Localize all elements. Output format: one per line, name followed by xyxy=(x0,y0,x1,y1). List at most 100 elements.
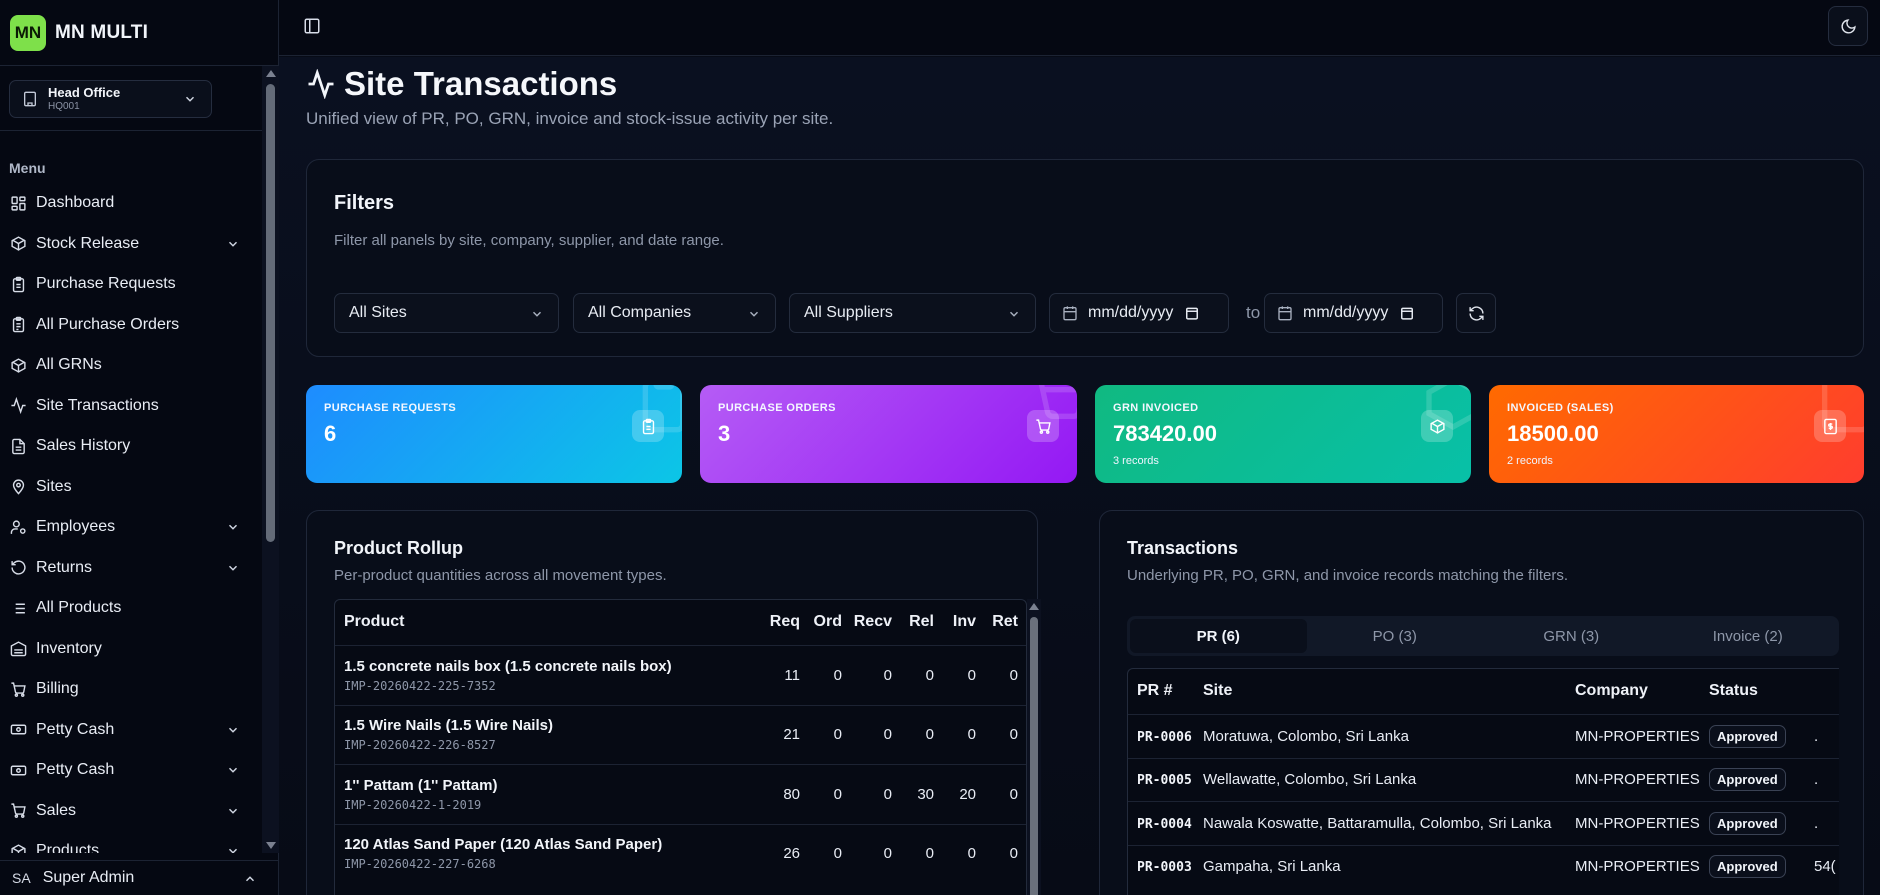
date-to-input[interactable]: mm/dd/yyyy xyxy=(1264,293,1443,333)
status-badge: Approved xyxy=(1709,811,1786,835)
theme-toggle-button[interactable] xyxy=(1828,6,1868,46)
pr-number: PR-0003 xyxy=(1137,860,1192,876)
tab-grn[interactable]: GRN (3) xyxy=(1483,619,1660,653)
sidebar-item-sales[interactable]: Sales xyxy=(0,791,262,832)
qty-req: 80 xyxy=(760,763,808,824)
table-row[interactable]: 1.5 Wire Nails (1.5 Wire Nails) IMP-20260… xyxy=(335,704,1026,764)
site-cell: Moratuwa, Colombo, Sri Lanka xyxy=(1203,713,1575,758)
company-select[interactable]: All Companies xyxy=(573,293,776,333)
stat-card-purchase-orders[interactable]: PURCHASE ORDERS 3 xyxy=(700,385,1077,483)
sidebar-item-sales-history[interactable]: Sales History xyxy=(0,426,262,467)
qty-recv: 0 xyxy=(850,823,900,883)
tab-pr[interactable]: PR (6) xyxy=(1130,619,1307,653)
sidebar-item-label: Stock Release xyxy=(36,234,140,252)
sidebar-item-all-purchase-orders[interactable]: All Purchase Orders xyxy=(0,305,262,346)
table-row[interactable]: PR-0005 Wellawatte, Colombo, Sri Lanka M… xyxy=(1128,757,1839,801)
chevron-down-icon xyxy=(185,96,195,102)
sidebar-item-billing[interactable]: Billing xyxy=(0,669,262,710)
chevron-down-icon xyxy=(228,565,238,571)
chevron-down-icon xyxy=(228,727,238,733)
date-from-input[interactable]: mm/dd/yyyy xyxy=(1049,293,1229,333)
transactions-title: Transactions xyxy=(1127,538,1239,558)
rollup-scrollbar[interactable] xyxy=(1027,599,1041,895)
box-icon xyxy=(11,358,26,373)
refresh-button[interactable] xyxy=(1456,293,1496,333)
sidebar-item-label: Inventory xyxy=(36,639,102,657)
table-row[interactable]: PR-0006 Moratuwa, Colombo, Sri Lanka MN-… xyxy=(1128,713,1839,758)
brand-name: MN MULTI xyxy=(55,21,149,43)
column-header[interactable]: Inv xyxy=(942,600,984,645)
column-header[interactable]: Recv xyxy=(850,600,900,645)
sidebar-item-site-transactions[interactable]: Site Transactions xyxy=(0,386,262,427)
column-header[interactable]: Product xyxy=(335,600,760,645)
stat-label: PURCHASE ORDERS xyxy=(718,402,836,414)
date-picker-icon[interactable] xyxy=(1185,306,1199,320)
sidebar-item-label: Site Transactions xyxy=(36,396,159,414)
site-select[interactable]: All Sites xyxy=(334,293,559,333)
tab-po[interactable]: PO (3) xyxy=(1307,619,1484,653)
box-icon xyxy=(1421,410,1453,442)
sidebar-scrollbar[interactable] xyxy=(262,66,279,853)
sidebar-item-label: Purchase Requests xyxy=(36,275,176,293)
tab-invoice[interactable]: Invoice (2) xyxy=(1660,619,1837,653)
stat-card-invoiced-sales[interactable]: INVOICED (SALES) 18500.00 2 records xyxy=(1489,385,1864,483)
sidebar-item-products[interactable]: Products xyxy=(0,831,262,853)
qty-ord: 0 xyxy=(808,823,850,883)
column-header[interactable]: Company xyxy=(1575,669,1709,714)
site-cell: Gampaha, Sri Lanka xyxy=(1203,844,1575,888)
column-header[interactable]: Ord xyxy=(808,600,850,645)
table-row[interactable]: PR-0003 Gampaha, Sri Lanka MN-PROPERTIES… xyxy=(1128,844,1839,888)
sidebar-item-label: Petty Cash xyxy=(36,761,115,779)
page-title-text: Site Transactions xyxy=(344,65,618,102)
menu-label: Menu xyxy=(9,160,46,176)
qty-ord: 0 xyxy=(808,704,850,764)
clipboard-icon xyxy=(632,410,664,442)
page-subtitle: Unified view of PR, PO, GRN, invoice and… xyxy=(306,109,834,128)
date-picker-icon[interactable] xyxy=(1400,306,1414,320)
supplier-select[interactable]: All Suppliers xyxy=(789,293,1036,333)
column-header[interactable]: Status xyxy=(1709,669,1814,714)
pr-number: PR-0006 xyxy=(1137,729,1192,745)
sidebar-item-all-grns[interactable]: All GRNs xyxy=(0,345,262,386)
chevron-down-icon xyxy=(1009,311,1019,317)
scroll-thumb[interactable] xyxy=(266,84,275,542)
sidebar-item-purchase-requests[interactable]: Purchase Requests xyxy=(0,264,262,305)
stat-label: GRN INVOICED xyxy=(1113,402,1199,414)
sidebar-item-employees[interactable]: Employees xyxy=(0,507,262,548)
column-header[interactable]: Rel xyxy=(900,600,942,645)
qty-ret: 0 xyxy=(984,823,1026,883)
chevron-down-icon xyxy=(228,808,238,814)
site-select-value: All Sites xyxy=(349,304,407,321)
table-row[interactable]: 1.5 concrete nails box (1.5 concrete nai… xyxy=(335,644,1026,705)
stat-card-purchase-requests[interactable]: PURCHASE REQUESTS 6 xyxy=(306,385,682,483)
sidebar-item-dashboard[interactable]: Dashboard xyxy=(0,183,262,224)
sidebar-item-all-products[interactable]: All Products xyxy=(0,588,262,629)
sidebar-item-sites[interactable]: Sites xyxy=(0,467,262,508)
sidebar-item-petty-cash-2[interactable]: Petty Cash xyxy=(0,750,262,791)
activity-icon xyxy=(11,397,26,415)
qty-inv: 0 xyxy=(942,704,984,764)
sidebar-item-stock-release[interactable]: Stock Release xyxy=(0,224,262,265)
sidebar-item-inventory[interactable]: Inventory xyxy=(0,629,262,670)
column-header[interactable]: Req xyxy=(760,600,808,645)
office-selector[interactable]: Head Office HQ001 xyxy=(9,80,212,118)
user-cog-icon xyxy=(10,520,26,534)
scroll-down-arrow[interactable] xyxy=(266,842,276,849)
sidebar-item-returns[interactable]: Returns xyxy=(0,548,262,589)
column-header[interactable]: PR # xyxy=(1128,669,1203,714)
chevron-down-icon xyxy=(228,241,238,247)
table-row[interactable]: PR-0004 Nawala Koswatte, Battaramulla, C… xyxy=(1128,800,1839,845)
user-menu[interactable]: SA Super Admin xyxy=(0,860,279,895)
product-code: IMP-20260422-227-6268 xyxy=(344,857,496,872)
column-header[interactable]: Site xyxy=(1203,669,1575,714)
stat-card-grn-invoiced[interactable]: GRN INVOICED 783420.00 3 records xyxy=(1095,385,1471,483)
scroll-thumb[interactable] xyxy=(1030,617,1038,895)
warehouse-icon xyxy=(10,641,27,657)
column-header[interactable]: Ret xyxy=(984,600,1026,645)
sidebar-item-petty-cash[interactable]: Petty Cash xyxy=(0,710,262,751)
table-row[interactable]: 1'' Pattam (1'' Pattam) IMP-20260422-1-20… xyxy=(335,763,1026,824)
sidebar-toggle-icon[interactable] xyxy=(303,17,321,35)
table-row[interactable]: 120 Atlas Sand Paper (120 Atlas Sand Pap… xyxy=(335,823,1026,883)
scroll-up-arrow[interactable] xyxy=(1029,603,1039,610)
scroll-up-arrow[interactable] xyxy=(266,70,276,77)
